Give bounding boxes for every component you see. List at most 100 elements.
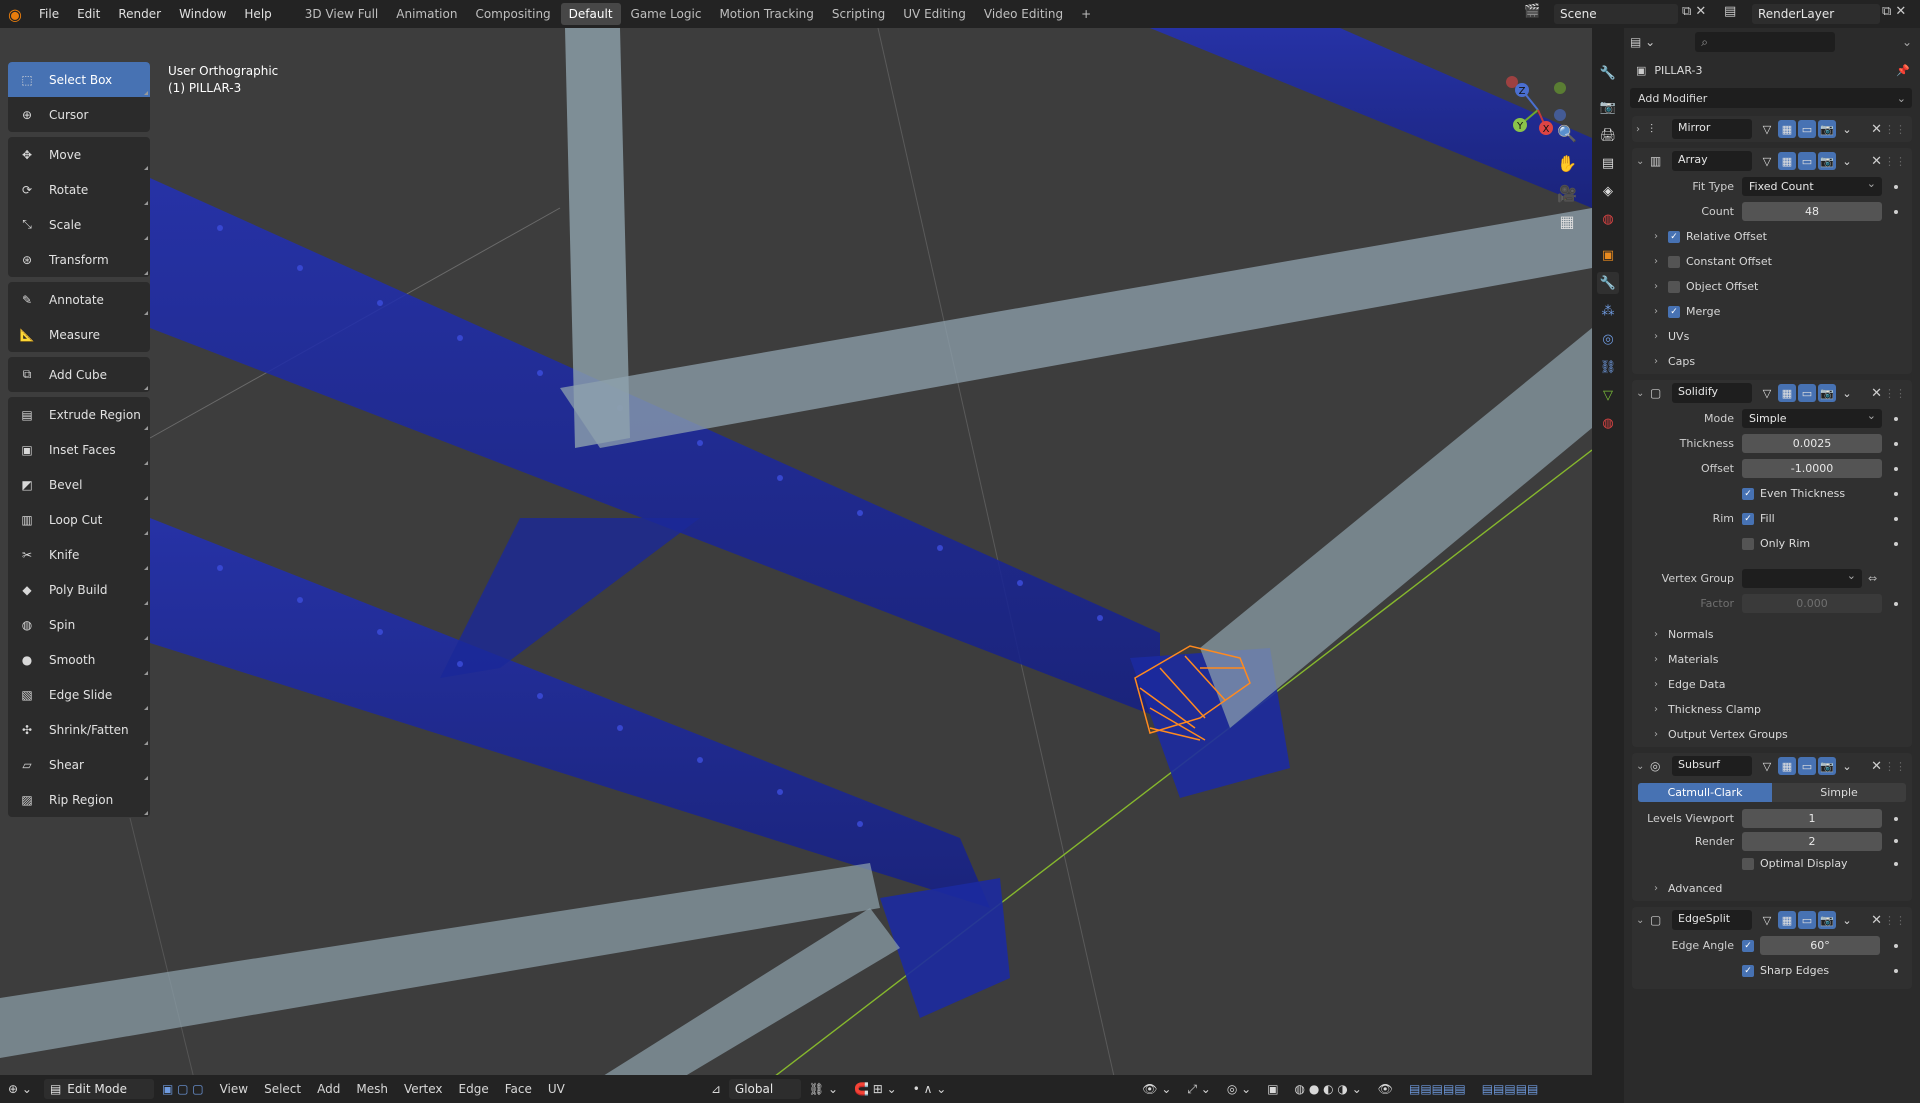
options-chevron-icon[interactable]: ⌄ xyxy=(1838,152,1856,170)
viewport-toggle-icon[interactable]: ▭ xyxy=(1798,152,1816,170)
proportional-edit-icon[interactable]: • ∧ ⌄ xyxy=(905,1082,955,1096)
drag-handle-icon[interactable]: ⋮⋮ xyxy=(1884,387,1906,400)
edit-mode-toggle-icon[interactable]: ▽ xyxy=(1758,911,1776,929)
tool-rip-region[interactable]: ▨ Rip Region xyxy=(8,782,150,817)
scene-tab-icon[interactable]: ◈ xyxy=(1597,180,1619,202)
remove-modifier-icon[interactable]: ✕ xyxy=(1871,913,1882,928)
expand-chevron-icon[interactable]: › xyxy=(1636,124,1650,135)
scene-selector[interactable]: Scene xyxy=(1554,4,1678,24)
tool-shrink-fatten[interactable]: ✣ Shrink/Fatten xyxy=(8,712,150,747)
cage-toggle-icon[interactable]: ▦ xyxy=(1778,911,1796,929)
subpanel-constant-offset[interactable]: › Constant Offset xyxy=(1632,249,1912,274)
rim-fill-checkbox[interactable]: ✓ xyxy=(1742,512,1754,525)
shading-mode-icons[interactable]: ◍ ● ◐ ◑ ⌄ xyxy=(1287,1082,1370,1096)
cage-toggle-icon[interactable]: ▦ xyxy=(1778,152,1796,170)
subpanel-output-vertex-groups[interactable]: › Output Vertex Groups xyxy=(1632,722,1912,747)
tab-motion-tracking[interactable]: Motion Tracking xyxy=(711,3,821,25)
tab-compositing[interactable]: Compositing xyxy=(467,3,558,25)
sharp-edges-checkbox[interactable]: ✓ xyxy=(1742,964,1754,977)
constraints-tab-icon[interactable]: ⛓ xyxy=(1597,356,1619,378)
render-layer-selector[interactable]: RenderLayer xyxy=(1752,4,1880,24)
physics-tab-icon[interactable]: ◎ xyxy=(1597,328,1619,350)
tool-poly-build[interactable]: ◆ Poly Build xyxy=(8,572,150,607)
mode-select[interactable]: Simple xyxy=(1742,406,1882,428)
modifier-name-field[interactable]: Subsurf xyxy=(1672,756,1752,776)
drag-handle-icon[interactable]: ⋮⋮ xyxy=(1884,914,1906,927)
collapse-chevron-icon[interactable]: ⌄ xyxy=(1636,156,1650,167)
tab-scripting[interactable]: Scripting xyxy=(824,3,893,25)
subpanel-caps[interactable]: › Caps xyxy=(1632,349,1912,374)
catmull-clark-button[interactable]: Catmull-Clark xyxy=(1638,783,1772,802)
tool-rotate[interactable]: ⟳ Rotate xyxy=(8,172,150,207)
simple-button[interactable]: Simple xyxy=(1772,783,1906,802)
tool-smooth[interactable]: ● Smooth xyxy=(8,642,150,677)
menu-file[interactable]: File xyxy=(30,0,68,28)
cage-toggle-icon[interactable]: ▦ xyxy=(1778,757,1796,775)
render-toggle-icon[interactable]: 📷 xyxy=(1818,384,1836,402)
options-chevron-icon[interactable]: ⌄ xyxy=(1838,120,1856,138)
mode-selector[interactable]: ▤ Edit Mode xyxy=(43,1079,154,1099)
tool-tab-icon[interactable]: 🔧 xyxy=(1597,62,1619,84)
viewport-toggle-icon[interactable]: ▭ xyxy=(1798,384,1816,402)
edge-angle-checkbox[interactable]: ✓ xyxy=(1742,939,1754,952)
render-toggle-icon[interactable]: 📷 xyxy=(1818,757,1836,775)
panel-options-icon[interactable]: ⌄ xyxy=(1902,35,1912,49)
view-layer-tab-icon[interactable]: ▤ xyxy=(1597,152,1619,174)
edit-mode-toggle-icon[interactable]: ▽ xyxy=(1758,152,1776,170)
pan-hand-icon[interactable]: ✋ xyxy=(1553,150,1581,176)
menu-render[interactable]: Render xyxy=(109,0,170,28)
edit-mode-toggle-icon[interactable]: ▽ xyxy=(1758,384,1776,402)
only-rim-checkbox[interactable] xyxy=(1742,537,1754,550)
header-menu-add[interactable]: Add xyxy=(309,1082,348,1096)
cage-toggle-icon[interactable]: ▦ xyxy=(1778,120,1796,138)
thickness-field[interactable]: 0.0025 xyxy=(1742,434,1882,453)
menu-window[interactable]: Window xyxy=(170,0,235,28)
tool-scale[interactable]: ⤡ Scale xyxy=(8,207,150,242)
modifier-name-field[interactable]: Array xyxy=(1672,151,1752,171)
tool-bevel[interactable]: ◩ Bevel xyxy=(8,467,150,502)
tool-add-cube[interactable]: ⧉ Add Cube xyxy=(8,357,150,392)
modifier-tab-icon[interactable]: 🔧 xyxy=(1597,272,1619,294)
drag-handle-icon[interactable]: ⋮⋮ xyxy=(1884,155,1906,168)
scene-actions-icon[interactable]: ⧉ ✕ xyxy=(1682,4,1722,19)
even-thickness-checkbox[interactable]: ✓ xyxy=(1742,487,1754,500)
object-offset-checkbox[interactable] xyxy=(1668,280,1680,293)
cage-toggle-icon[interactable]: ▦ xyxy=(1778,384,1796,402)
tool-annotate[interactable]: ✎ Annotate xyxy=(8,282,150,317)
tool-move[interactable]: ✥ Move xyxy=(8,137,150,172)
advanced-subpanel[interactable]: › Advanced xyxy=(1632,876,1912,901)
properties-search-input[interactable]: ⌕ xyxy=(1695,32,1836,52)
pivot-icon[interactable]: ⛓ ⌄ xyxy=(801,1082,846,1096)
viewport-toggle-icon[interactable]: ▭ xyxy=(1798,757,1816,775)
tool-knife[interactable]: ✂ Knife xyxy=(8,537,150,572)
optimal-display-checkbox[interactable] xyxy=(1742,857,1754,870)
modifier-name-field[interactable]: Solidify xyxy=(1672,383,1752,403)
scene-canvas[interactable] xyxy=(0,28,1592,1103)
edit-mode-toggle-icon[interactable]: ▽ xyxy=(1758,757,1776,775)
offset-field[interactable]: -1.0000 xyxy=(1742,459,1882,478)
tool-loop-cut[interactable]: ▥ Loop Cut xyxy=(8,502,150,537)
material-tab-icon[interactable]: ◍ xyxy=(1597,412,1619,434)
overlay-options-icon[interactable]: 👁 xyxy=(1370,1082,1401,1096)
tab-default[interactable]: Default xyxy=(560,3,621,25)
tab-uv-editing[interactable]: UV Editing xyxy=(895,3,974,25)
subpanel-object-offset[interactable]: › Object Offset xyxy=(1632,274,1912,299)
tool-edge-slide[interactable]: ▧ Edge Slide xyxy=(8,677,150,712)
render-layer-icon[interactable]: ▤ xyxy=(1724,4,1750,19)
subpanel-thickness-clamp[interactable]: › Thickness Clamp xyxy=(1632,697,1912,722)
render-toggle-icon[interactable]: 📷 xyxy=(1818,911,1836,929)
tool-select-box[interactable]: ⬚ Select Box xyxy=(8,62,150,97)
transform-orientation-icon[interactable]: ⊿ xyxy=(703,1082,729,1096)
tab-game-logic[interactable]: Game Logic xyxy=(623,3,710,25)
tool-measure[interactable]: 📐 Measure xyxy=(8,317,150,352)
menu-edit[interactable]: Edit xyxy=(68,0,109,28)
header-menu-select[interactable]: Select xyxy=(256,1082,309,1096)
subpanel-relative-offset[interactable]: › ✓ Relative Offset xyxy=(1632,224,1912,249)
tab-animation[interactable]: Animation xyxy=(388,3,465,25)
output-tab-icon[interactable]: 🖨 xyxy=(1597,124,1619,146)
viewport-toggle-icon[interactable]: ▭ xyxy=(1798,911,1816,929)
tool-extrude-region[interactable]: ▤ Extrude Region xyxy=(8,397,150,432)
object-tab-icon[interactable]: ▣ xyxy=(1597,244,1619,266)
scene-icon[interactable]: 🎬 xyxy=(1524,4,1554,24)
snap-icon[interactable]: 🧲 ⊞ ⌄ xyxy=(846,1082,905,1096)
